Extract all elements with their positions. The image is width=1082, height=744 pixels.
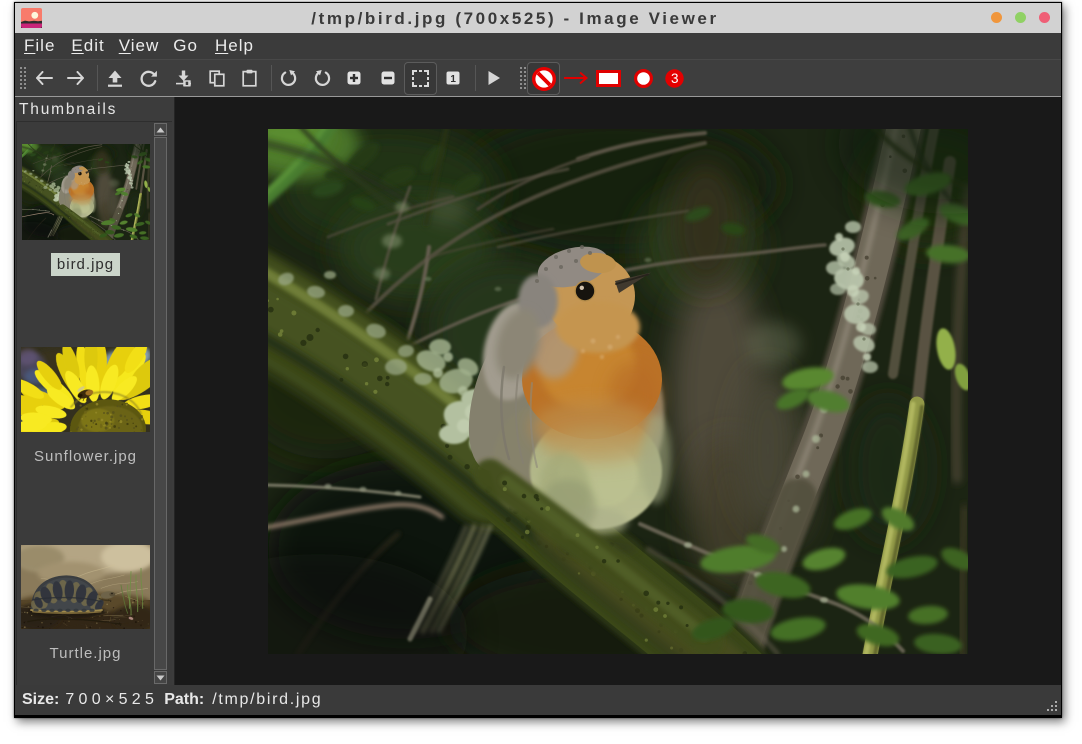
svg-text:3: 3: [671, 71, 679, 86]
svg-text:1: 1: [450, 74, 456, 85]
